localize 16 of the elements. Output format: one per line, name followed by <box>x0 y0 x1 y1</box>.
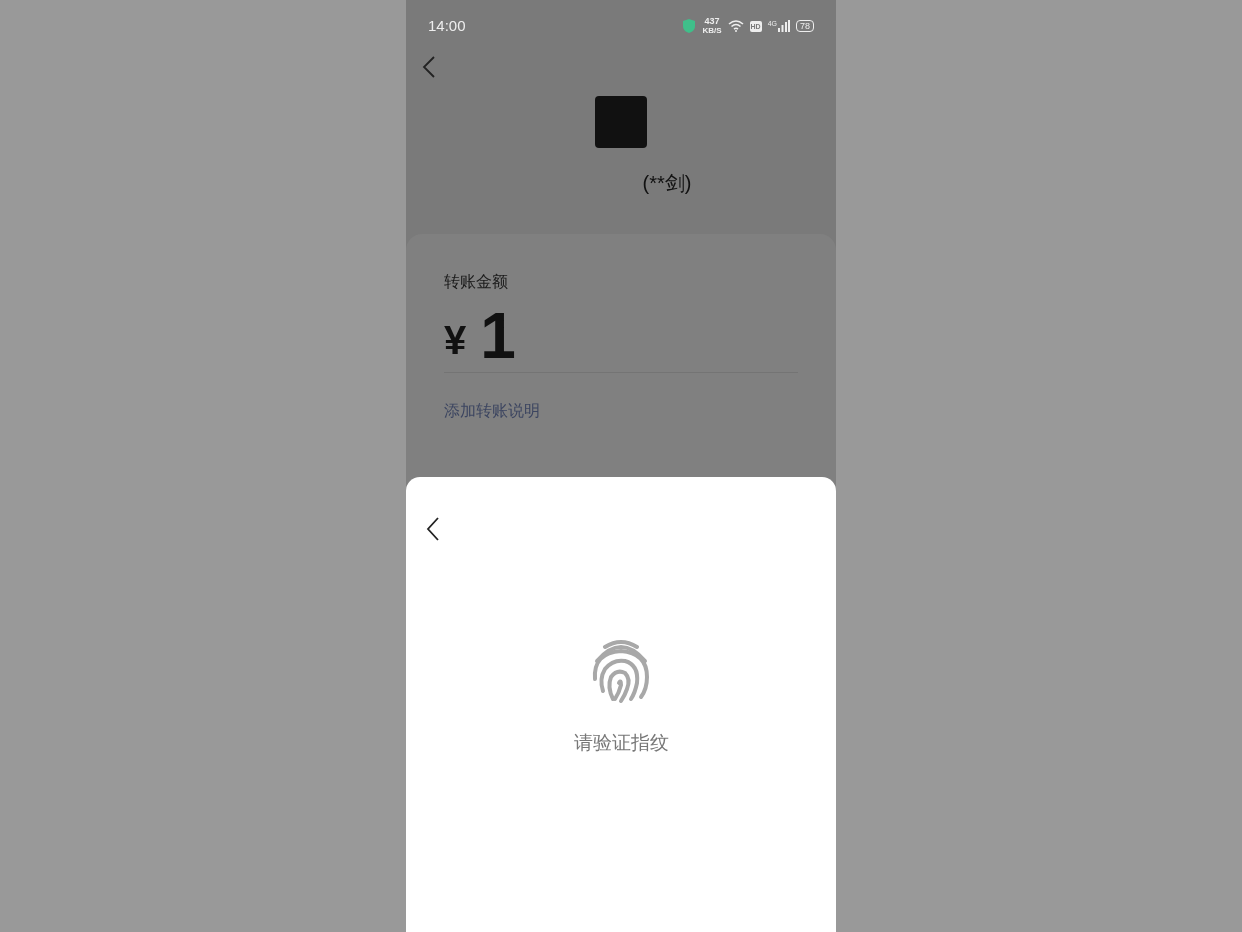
amount-value: 1 <box>480 306 516 366</box>
add-note-link[interactable]: 添加转账说明 <box>444 399 540 423</box>
avatar-photo-placeholder <box>595 96 647 148</box>
currency-symbol: ¥ <box>444 317 467 364</box>
net-speed-unit: KB/S <box>702 26 722 35</box>
status-time: 14:00 <box>428 15 466 36</box>
net-speed: 437 <box>704 17 720 26</box>
recipient-name: (**剑) <box>642 171 692 196</box>
shield-icon <box>682 18 697 34</box>
verify-fingerprint-prompt: 请验证指纹 <box>573 731 669 755</box>
fingerprint-icon <box>591 639 651 705</box>
battery-level: 78 <box>796 20 814 32</box>
amount-label: 转账金额 <box>444 272 509 292</box>
back-icon[interactable] <box>426 517 440 541</box>
wifi-icon <box>727 20 744 32</box>
signal-icon <box>778 20 790 32</box>
